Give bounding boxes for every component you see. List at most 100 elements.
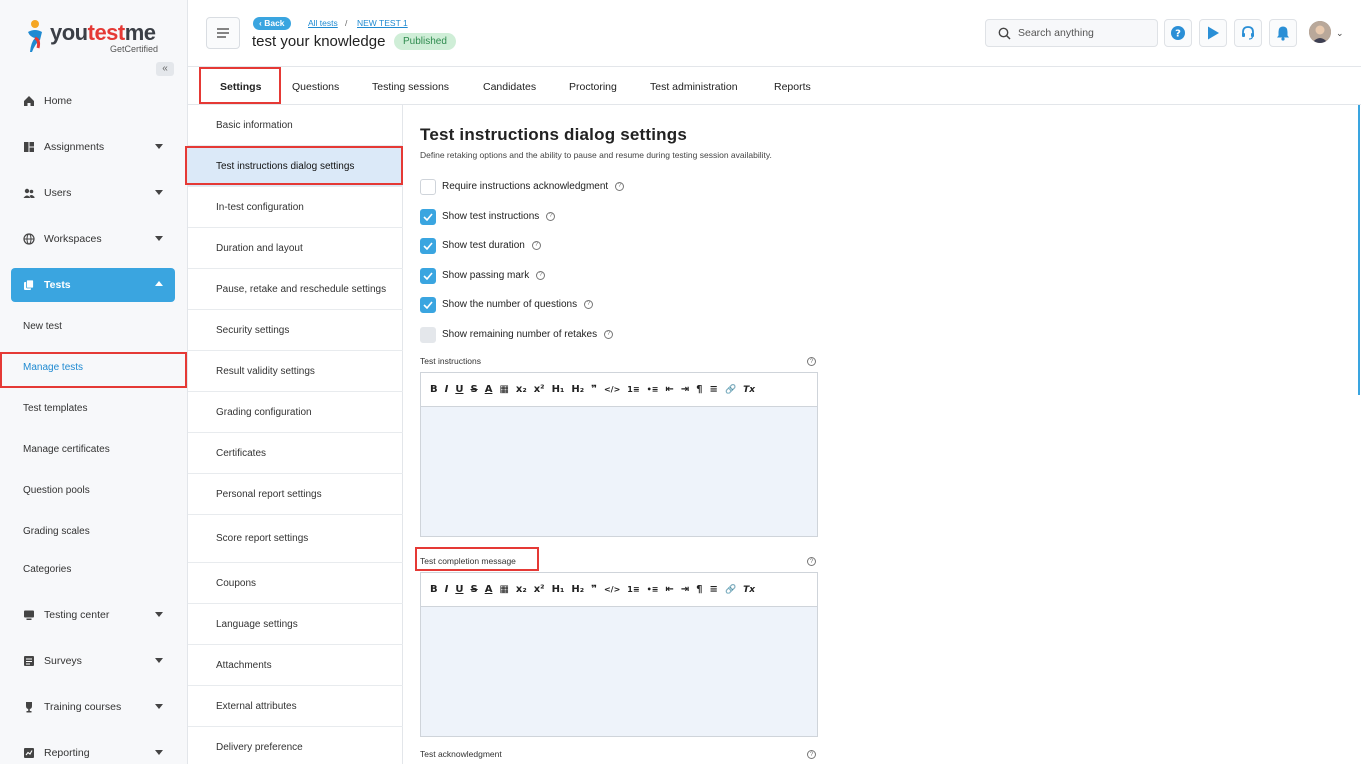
editor-content-area[interactable]	[421, 407, 817, 536]
subscript-icon[interactable]: x₂	[516, 584, 527, 595]
code-icon[interactable]: </>	[604, 585, 620, 594]
heading-1-icon[interactable]: H₁	[552, 584, 565, 595]
tab-test-administration[interactable]: Test administration	[650, 81, 738, 93]
indent-icon[interactable]: ⇥	[681, 584, 689, 595]
settings-menu-item[interactable]: Delivery preference	[188, 727, 403, 764]
avatar[interactable]	[1309, 21, 1331, 43]
text-color-icon[interactable]: A	[485, 384, 493, 395]
sidebar-sub-question-pools[interactable]: Question pools	[23, 485, 90, 496]
notifications-button[interactable]	[1269, 19, 1297, 47]
sidebar-item-assignments[interactable]: Assignments	[11, 130, 175, 164]
superscript-icon[interactable]: x²	[534, 384, 545, 395]
align-icon[interactable]: ≡	[710, 384, 718, 395]
sidebar-item-home[interactable]: Home	[11, 84, 175, 118]
bold-icon[interactable]: B	[430, 384, 438, 395]
bold-icon[interactable]: B	[430, 584, 438, 595]
tab-proctoring[interactable]: Proctoring	[569, 81, 617, 93]
support-button[interactable]	[1234, 19, 1262, 47]
help-icon[interactable]: ?	[615, 182, 625, 191]
settings-menu-item[interactable]: Duration and layout	[188, 228, 403, 269]
sidebar-item-tests[interactable]: Tests	[11, 268, 175, 302]
settings-menu-item[interactable]: External attributes	[188, 686, 403, 727]
blockquote-icon[interactable]: ❞	[591, 384, 597, 395]
text-direction-icon[interactable]: ¶	[696, 384, 702, 395]
help-icon[interactable]: ?	[807, 557, 816, 566]
sidebar-sub-manage-certificates[interactable]: Manage certificates	[23, 444, 110, 455]
checkbox[interactable]	[420, 178, 436, 195]
indent-icon[interactable]: ⇥	[681, 384, 689, 395]
tab-testing-sessions[interactable]: Testing sessions	[372, 81, 449, 93]
italic-icon[interactable]: I	[445, 584, 449, 595]
breadcrumb-all-tests[interactable]: All tests	[308, 18, 338, 28]
collapse-sidebar-button[interactable]: «	[156, 62, 174, 76]
blockquote-icon[interactable]: ❞	[591, 584, 597, 595]
option-show-number-of-questions[interactable]: Show the number of questions ?	[420, 296, 594, 313]
settings-menu-item[interactable]: Grading configuration	[188, 392, 403, 433]
editor-content-area[interactable]	[421, 607, 817, 736]
checkbox-checked[interactable]	[420, 267, 436, 284]
help-icon[interactable]: ?	[807, 750, 816, 759]
chevron-down-icon[interactable]: ⌄	[1336, 28, 1344, 39]
breadcrumb-current-test[interactable]: NEW TEST 1	[357, 18, 408, 28]
bullet-list-icon[interactable]: •≡	[647, 585, 659, 594]
sidebar-sub-categories[interactable]: Categories	[23, 564, 71, 575]
tab-questions[interactable]: Questions	[292, 81, 339, 93]
settings-menu-item[interactable]: Score report settings	[188, 515, 403, 563]
background-color-icon[interactable]: ▦	[499, 584, 508, 595]
checkbox-checked[interactable]	[420, 208, 436, 225]
italic-icon[interactable]: I	[445, 384, 449, 395]
background-color-icon[interactable]: ▦	[499, 384, 508, 395]
link-icon[interactable]: 🔗	[725, 385, 736, 395]
underline-icon[interactable]: U	[455, 584, 463, 595]
text-color-icon[interactable]: A	[485, 584, 493, 595]
help-icon[interactable]: ?	[584, 300, 594, 309]
link-icon[interactable]: 🔗	[725, 585, 736, 595]
sidebar-item-training-courses[interactable]: Training courses	[11, 690, 175, 724]
sidebar-item-users[interactable]: Users	[11, 176, 175, 210]
subscript-icon[interactable]: x₂	[516, 384, 527, 395]
settings-menu-item[interactable]: Coupons	[188, 563, 403, 604]
help-icon[interactable]: ?	[536, 271, 546, 280]
code-icon[interactable]: </>	[604, 385, 620, 394]
help-icon[interactable]: ?	[531, 241, 541, 250]
settings-menu-item[interactable]: Certificates	[188, 433, 403, 474]
search-input[interactable]: Search anything	[985, 19, 1158, 47]
clear-format-icon[interactable]: Tx	[743, 585, 755, 595]
tab-settings[interactable]: Settings	[220, 81, 261, 93]
test-completion-message-editor[interactable]: B I U S A ▦ x₂ x² H₁ H₂ ❞ </> 1≡ •≡ ⇤ ⇥ …	[420, 572, 818, 737]
sidebar-sub-manage-tests[interactable]: Manage tests	[23, 362, 83, 373]
align-icon[interactable]: ≡	[710, 584, 718, 595]
checkbox-checked[interactable]	[420, 237, 436, 254]
option-show-passing-mark[interactable]: Show passing mark ?	[420, 267, 546, 284]
help-icon[interactable]: ?	[546, 212, 556, 221]
menu-toggle-button[interactable]	[206, 17, 240, 49]
help-icon[interactable]: ?	[604, 330, 614, 339]
text-direction-icon[interactable]: ¶	[696, 584, 702, 595]
help-icon[interactable]: ?	[807, 357, 816, 366]
ordered-list-icon[interactable]: 1≡	[627, 585, 639, 594]
strikethrough-icon[interactable]: S	[470, 584, 477, 595]
help-button[interactable]: ?	[1164, 19, 1192, 47]
ordered-list-icon[interactable]: 1≡	[627, 385, 639, 394]
outdent-icon[interactable]: ⇤	[665, 384, 673, 395]
test-instructions-editor[interactable]: B I U S A ▦ x₂ x² H₁ H₂ ❞ </> 1≡ •≡ ⇤ ⇥ …	[420, 372, 818, 537]
settings-menu-item[interactable]: Security settings	[188, 310, 403, 351]
option-show-test-duration[interactable]: Show test duration ?	[420, 237, 541, 254]
tab-reports[interactable]: Reports	[774, 81, 811, 93]
strikethrough-icon[interactable]: S	[470, 384, 477, 395]
heading-2-icon[interactable]: H₂	[571, 384, 584, 395]
sidebar-sub-new-test[interactable]: New test	[23, 321, 62, 332]
bullet-list-icon[interactable]: •≡	[647, 385, 659, 394]
sidebar-sub-test-templates[interactable]: Test templates	[23, 403, 87, 414]
sidebar-item-workspaces[interactable]: Workspaces	[11, 222, 175, 256]
tab-candidates[interactable]: Candidates	[483, 81, 536, 93]
settings-menu-item[interactable]: In-test configuration	[188, 187, 403, 228]
sidebar-sub-grading-scales[interactable]: Grading scales	[23, 526, 90, 537]
superscript-icon[interactable]: x²	[534, 584, 545, 595]
settings-menu-item[interactable]: Pause, retake and reschedule settings	[188, 269, 403, 310]
sidebar-item-surveys[interactable]: Surveys	[11, 644, 175, 678]
heading-1-icon[interactable]: H₁	[552, 384, 565, 395]
checkbox-checked[interactable]	[420, 296, 436, 313]
settings-menu-item[interactable]: Result validity settings	[188, 351, 403, 392]
option-require-acknowledgment[interactable]: Require instructions acknowledgment ?	[420, 178, 625, 195]
